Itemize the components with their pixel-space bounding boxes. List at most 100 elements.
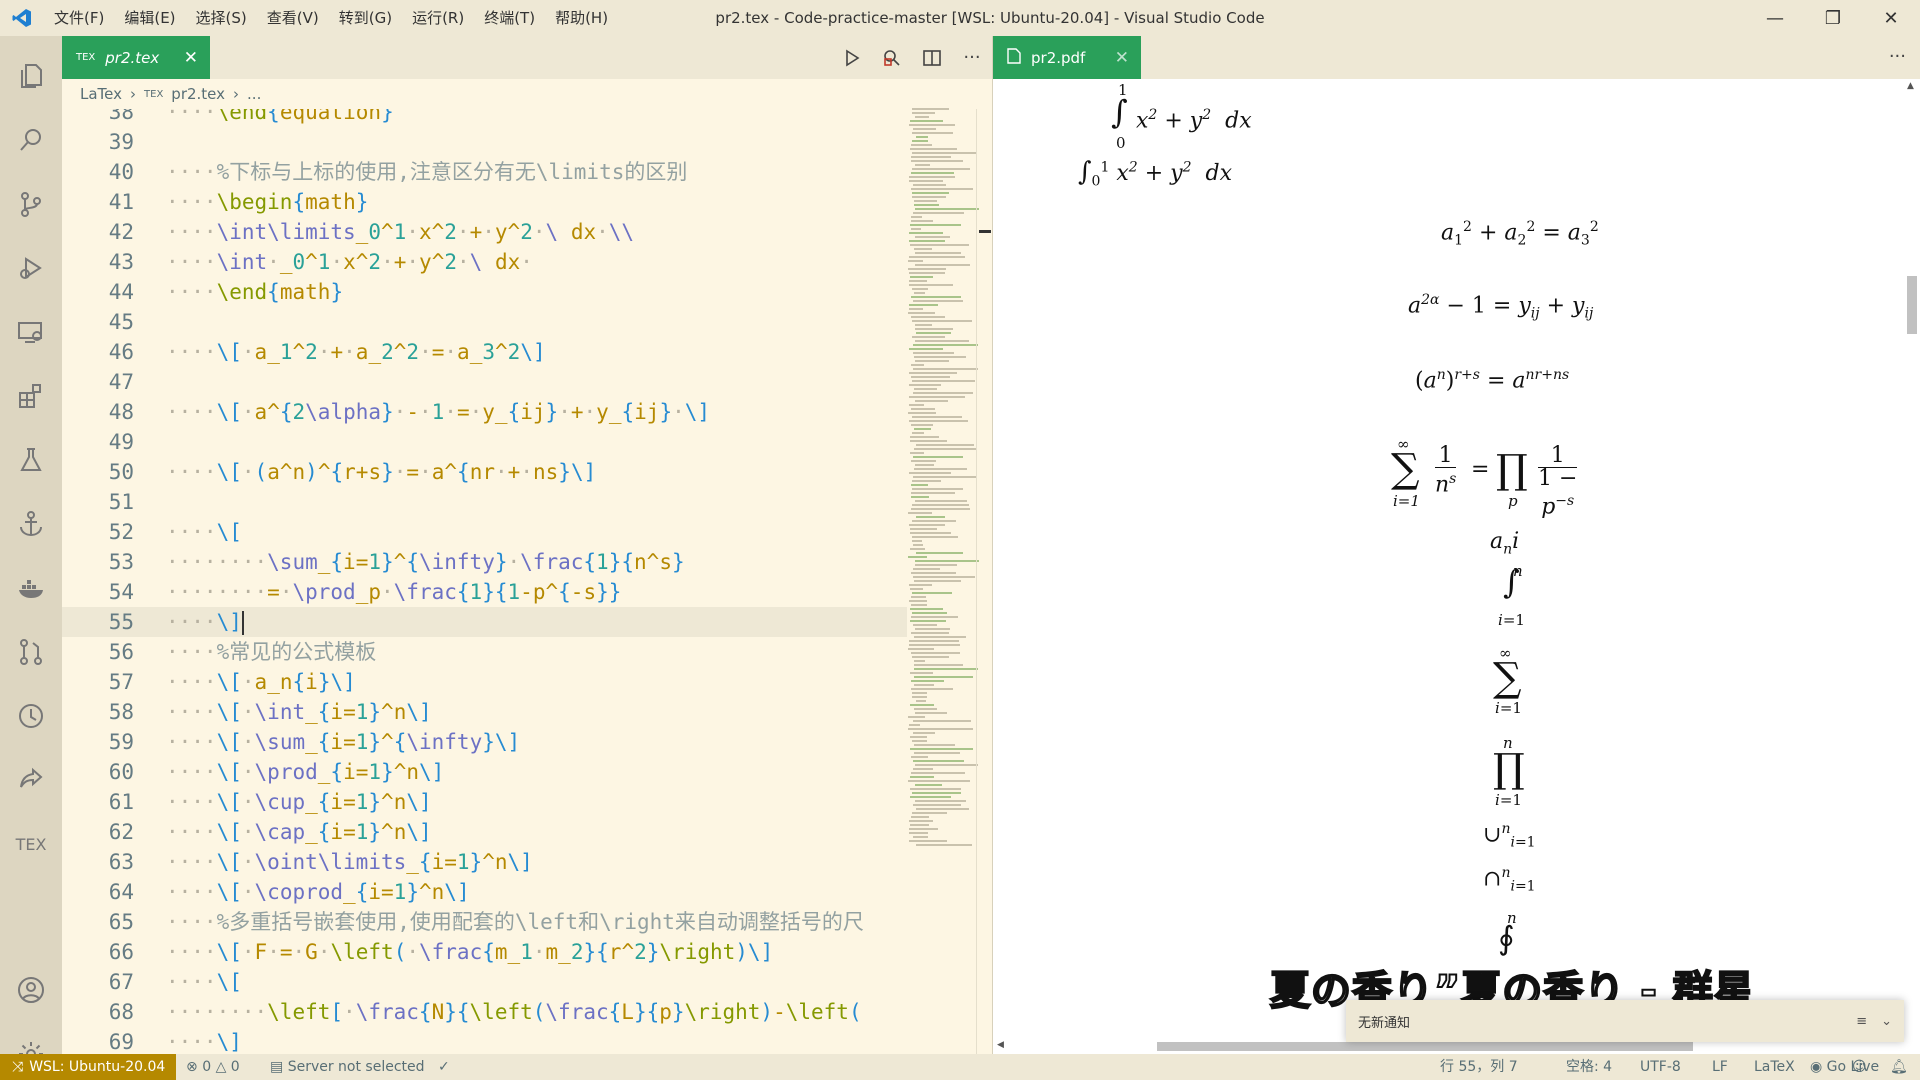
code-line[interactable]: 63 ····\[·\oint\limits_{i=1}^n\] [62,847,907,877]
code-line[interactable]: 65 ····%多重括号嵌套使用,使用配套的\left和\right来自动调整括号… [62,907,907,937]
code-line[interactable]: 45 [62,307,907,337]
menu-view[interactable]: 查看(V) [257,0,329,36]
code-line[interactable]: 57 ····\[·a_n{i}\] [62,667,907,697]
line-code: ····\[·\oint\limits_{i=1}^n\] [166,850,533,874]
scroll-up-icon[interactable]: ▲ [1907,81,1914,91]
view-pdf-icon[interactable] [872,48,912,68]
code-line[interactable]: 41 ····\begin{math} [62,187,907,217]
feedback-icon[interactable]: ☺ [1852,1054,1867,1080]
search-icon[interactable] [0,114,62,166]
cursor-position[interactable]: 行 55，列 7 [1440,1054,1518,1080]
breadcrumb-folder[interactable]: LaTex [80,85,122,103]
clear-all-icon[interactable]: ≡ [1856,1014,1867,1029]
live-share-icon[interactable] [0,754,62,806]
bell-icon[interactable]: 🔔︎ [1890,1054,1908,1080]
code-line[interactable]: 61 ····\[·\cup_{i=1}^n\] [62,787,907,817]
language-mode[interactable]: LaTeX [1754,1054,1795,1080]
indentation[interactable]: 空格: 4 [1566,1054,1612,1080]
code-line[interactable]: 38 ····\end{equation} [62,109,907,127]
chevron-down-icon[interactable]: ⌄ [1881,1014,1892,1029]
code-line[interactable]: 44 ····\end{math} [62,277,907,307]
maximize-button[interactable]: ❐ [1804,0,1862,36]
tex-icon[interactable]: TEX [0,818,62,870]
code-line[interactable]: 69 ····\] [62,1027,907,1054]
code-line[interactable]: 53 ········\sum_{i=1}^{\infty}·\frac{1}{n… [62,547,907,577]
encoding[interactable]: UTF-8 [1640,1054,1681,1080]
code-line[interactable]: 64 ····\[·\coprod_{i=1}^n\] [62,877,907,907]
notification-text: 无新通知 [1358,1015,1411,1031]
extensions-icon[interactable] [0,370,62,422]
docker-icon[interactable] [0,562,62,614]
minimize-button[interactable]: — [1746,0,1804,36]
breadcrumb-file[interactable]: pr2.tex [171,85,225,103]
code-line[interactable]: 67 ····\[ [62,967,907,997]
split-editor-icon[interactable] [912,48,952,68]
breadcrumb-symbol[interactable]: ... [247,85,261,103]
code-line[interactable]: 51 [62,487,907,517]
menu-edit[interactable]: 编辑(E) [114,0,185,36]
code-line[interactable]: 42 ····\int\limits_0^1·x^2·+·y^2·\ dx·\\ [62,217,907,247]
code-line[interactable]: 62 ····\[·\cap_{i=1}^n\] [62,817,907,847]
code-line[interactable]: 59 ····\[·\sum_{i=1}^{\infty}\] [62,727,907,757]
tab-label: pr2.pdf [1031,48,1086,67]
code-line[interactable]: 52 ····\[ [62,517,907,547]
tab-pr2-tex[interactable]: TEX pr2.tex ✕ [62,36,210,79]
timeline-icon[interactable] [0,690,62,742]
close-tab-icon[interactable]: ✕ [184,48,198,68]
more-actions-icon[interactable]: ··· [1889,46,1906,67]
code-line[interactable]: 54 ········=·\prod_p·\frac{1}{1-p^{-s}} [62,577,907,607]
menu-selection[interactable]: 选择(S) [186,0,257,36]
scroll-left-icon[interactable]: ◀ [997,1040,1004,1050]
minimap[interactable] [908,108,980,848]
run-play-icon[interactable] [832,48,872,68]
code-line[interactable]: 68 ········\left[·\frac{N}{\left(\frac{L}… [62,997,907,1027]
code-line[interactable]: 58 ····\[·\int_{i=1}^n\] [62,697,907,727]
menu-file[interactable]: 文件(F) [44,0,114,36]
code-line[interactable]: 56 ····%常见的公式模板 [62,637,907,667]
pdf-vertical-scrollbar[interactable]: ▲ [1904,79,1920,1054]
remote-indicator[interactable]: ⤨ WSL: Ubuntu-20.04 [0,1054,176,1080]
code-line[interactable]: 66 ····\[·F·=·G·\left(·\frac{m_1·m_2}{r^2… [62,937,907,967]
code-line[interactable]: 50 ····\[·(a^n)^{r+s}·=·a^{nr·+·ns}\] [62,457,907,487]
account-icon[interactable] [0,964,62,1016]
line-number: 48 [108,400,134,424]
code-line[interactable]: 43 ····\int·_0^1·x^2·+·y^2·\ dx· [62,247,907,277]
menu-terminal[interactable]: 终端(T) [474,0,545,36]
remote-explorer-icon[interactable] [0,306,62,358]
warning-icon: △ [215,1059,227,1075]
line-code: ····\[·(a^n)^{r+s}·=·a^{nr·+·ns}\] [166,460,597,484]
more-actions-icon[interactable]: ··· [952,47,992,68]
code-line[interactable]: 39 [62,127,907,157]
line-code: ····\begin{math} [166,190,369,214]
code-line[interactable]: 48 ····\[·a^{2\alpha}·-·1·=·y_{ij}·+·y_{i… [62,397,907,427]
pull-request-icon[interactable] [0,626,62,678]
end-of-line[interactable]: LF [1712,1054,1728,1080]
code-line[interactable]: 60 ····\[·\prod_{i=1}^n\] [62,757,907,787]
menu-run[interactable]: 运行(R) [402,0,474,36]
check-icon[interactable]: ✓ [438,1054,450,1080]
close-tab-icon[interactable]: ✕ [1115,48,1129,68]
menu-help[interactable]: 帮助(H) [545,0,618,36]
close-window-button[interactable]: ✕ [1862,0,1920,36]
tex-file-icon: TEX [76,52,96,63]
editor-scrollbar[interactable] [976,109,992,1054]
code-line[interactable]: 46 ····\[·a_1^2·+·a_2^2·=·a_3^2\] [62,337,907,367]
problems-indicator[interactable]: ⊗ 0 △ 0 [186,1054,240,1080]
run-debug-icon[interactable] [0,242,62,294]
explorer-icon[interactable] [0,50,62,102]
anchor-icon[interactable] [0,498,62,550]
notification-toast: 无新通知 ≡ ⌄ [1346,1000,1904,1042]
go-live-button[interactable]: ◉ Go Live [1810,1054,1879,1080]
tab-pr2-pdf[interactable]: pr2.pdf ✕ [993,36,1141,79]
code-editor[interactable]: 38 ····\end{equation} 39 40 ····%下标与上标的使用,注意… [62,109,992,1054]
source-control-icon[interactable] [0,178,62,230]
code-line[interactable]: 47 [62,367,907,397]
code-line[interactable]: 49 [62,427,907,457]
code-line[interactable]: 55 ····\] [62,607,907,637]
pdf-viewer[interactable]: 1 ∫ 0 x2 + y2 dx ∫01 x2 + y2 dx a12 + a2… [992,79,1920,1054]
menu-go[interactable]: 转到(G) [329,0,402,36]
code-line[interactable]: 40 ····%下标与上标的使用,注意区分有无\limits的区别 [62,157,907,187]
line-number: 51 [108,490,134,514]
server-status[interactable]: ▤ Server not selected [270,1054,425,1080]
testing-icon[interactable] [0,434,62,486]
